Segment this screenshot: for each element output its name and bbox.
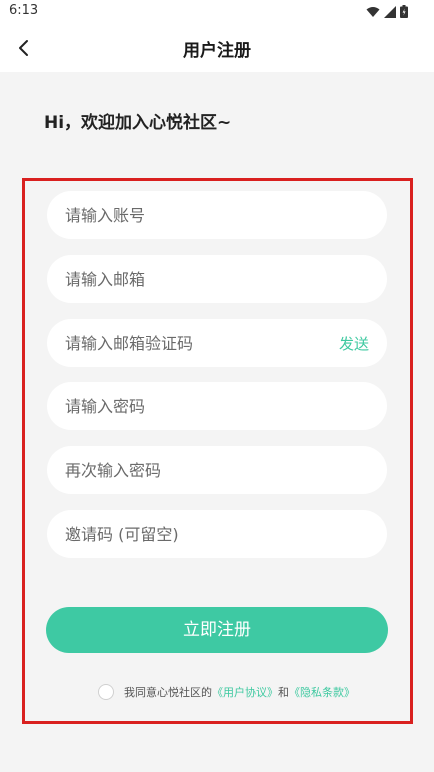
status-bar: 6:13 bbox=[0, 0, 434, 24]
register-button[interactable]: 立即注册 bbox=[46, 607, 388, 653]
invite-code-input[interactable] bbox=[65, 524, 369, 544]
email-code-field[interactable]: 发送 bbox=[47, 319, 387, 367]
battery-icon bbox=[400, 5, 408, 18]
status-icons bbox=[366, 5, 408, 18]
agreement-prefix: 我同意心悦社区的 bbox=[124, 686, 212, 699]
wifi-icon bbox=[366, 6, 380, 17]
app-bar: 用户注册 bbox=[0, 24, 434, 72]
send-code-button[interactable]: 发送 bbox=[339, 333, 369, 354]
greeting-text: Hi，欢迎加入心悦社区~ bbox=[44, 113, 232, 133]
status-time: 6:13 bbox=[9, 3, 39, 18]
account-field[interactable] bbox=[47, 191, 387, 239]
page-title: 用户注册 bbox=[183, 41, 251, 61]
signal-icon bbox=[384, 5, 396, 18]
agreement-row: 我同意心悦社区的 《用户协议》 和 《隐私条款》 bbox=[98, 684, 355, 700]
confirm-password-input[interactable] bbox=[65, 460, 369, 480]
email-code-input[interactable] bbox=[65, 333, 331, 353]
account-input[interactable] bbox=[65, 205, 369, 225]
confirm-password-field[interactable] bbox=[47, 446, 387, 494]
register-page: 6:13 用户注册 Hi，欢迎加入心悦社区~ 请输入账号 请输入邮箱 请输入邮箱… bbox=[0, 0, 434, 772]
password-input[interactable] bbox=[65, 396, 369, 416]
privacy-policy-link[interactable]: 《隐私条款》 bbox=[289, 684, 355, 700]
agree-checkbox[interactable] bbox=[98, 684, 114, 700]
email-field[interactable] bbox=[47, 255, 387, 303]
invite-code-field[interactable] bbox=[47, 510, 387, 558]
agreement-and: 和 bbox=[278, 686, 289, 699]
email-input[interactable] bbox=[65, 269, 369, 289]
user-agreement-link[interactable]: 《用户协议》 bbox=[212, 684, 278, 700]
password-field[interactable] bbox=[47, 382, 387, 430]
